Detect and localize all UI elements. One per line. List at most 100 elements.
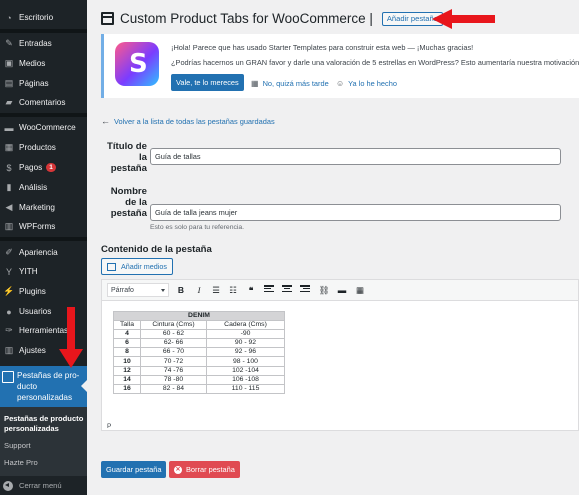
tab-title-input[interactable]: Guía de tallas xyxy=(150,148,561,165)
editor-element-path: P xyxy=(107,423,112,430)
notification-badge: 1 xyxy=(46,163,56,172)
table-row: 16 82 - 84 110 - 115 xyxy=(113,383,285,394)
table-header: Talla xyxy=(113,320,141,331)
maybe-later-link[interactable]: ▦ No, quizá más tarde xyxy=(251,79,329,88)
link-button[interactable]: ⛓ xyxy=(318,284,330,296)
sidebar-item-yith[interactable]: Y YITH xyxy=(0,262,87,281)
italic-button[interactable]: I xyxy=(193,284,205,296)
sidebar-item-label: Productos xyxy=(19,143,56,152)
sidebar-submenu: Pestañas de producto personalizadas Supp… xyxy=(0,407,87,476)
forms-icon: ▥ xyxy=(4,221,14,231)
tab-name-label: Nombre de la pestaña xyxy=(110,186,147,219)
sidebar-item-entradas[interactable]: ✎ Entradas xyxy=(0,34,87,53)
save-tab-button[interactable]: Guardar pestaña xyxy=(101,461,167,478)
sidebar-item-custom-product-tabs[interactable]: Pestañas de pro-ducto personalizadas xyxy=(0,366,87,407)
already-done-label: Ya lo he hecho xyxy=(348,79,397,88)
tab-content-heading: Contenido de la pestaña xyxy=(101,244,212,255)
sidebar-item-comentarios[interactable]: ▰ Comentarios xyxy=(0,93,87,112)
sidebar-item-productos[interactable]: ▦ Productos xyxy=(0,138,87,157)
table-title: DENIM xyxy=(113,310,285,322)
pin-icon: ✎ xyxy=(5,38,13,48)
toolbar-toggle-button[interactable]: ▦ xyxy=(354,284,366,296)
annotation-arrow-left-icon xyxy=(432,9,495,29)
sidebar-item-label: Páginas xyxy=(19,79,49,88)
table-row: 8 66 - 70 92 - 96 xyxy=(113,347,285,358)
align-right-button[interactable] xyxy=(299,284,311,296)
menu-separator xyxy=(0,237,87,241)
editor-toolbar: Párrafo B I ☰ ☷ ❝ ⛓ ▬ ▦ xyxy=(102,280,578,301)
sidebar-item-woocommerce[interactable]: ▬ WooCommerce xyxy=(0,118,87,137)
add-media-button[interactable]: Añadir medios xyxy=(101,258,173,275)
back-to-list-link[interactable]: ← Volver a la lista de todas las pestaña… xyxy=(101,116,275,126)
admin-sidebar: ◔ Escritorio ✎ Entradas ▣ Medios ▤ Páginas ▰… xyxy=(0,0,87,495)
sidebar-item-label: Análisis xyxy=(19,183,48,192)
delete-label: Borrar pestaña xyxy=(186,465,235,474)
align-center-button[interactable] xyxy=(281,284,293,296)
annotation-arrow-down-icon xyxy=(59,307,83,368)
products-icon: ▦ xyxy=(4,142,14,152)
sidebar-item-pagos[interactable]: $ Pagos 1 xyxy=(0,158,87,177)
sidebar-item-label: Plugins xyxy=(19,287,46,296)
sidebar-item-label: Ajustes xyxy=(19,346,46,355)
read-more-button[interactable]: ▬ xyxy=(336,284,348,296)
sidebar-item-label: Apariencia xyxy=(19,248,58,257)
menu-separator xyxy=(0,113,87,117)
media-icon: ▣ xyxy=(4,58,14,68)
sidebar-item-label: Pagos xyxy=(19,163,43,172)
submenu-item-custom-tabs[interactable]: Pestañas de producto personalizadas xyxy=(4,414,86,434)
megaphone-icon: ◀ xyxy=(5,202,13,212)
yith-icon: Y xyxy=(5,266,12,277)
delete-icon: ✕ xyxy=(174,465,182,474)
sidebar-item-label: Escritorio xyxy=(19,13,54,22)
bold-button[interactable]: B xyxy=(175,284,187,296)
arrow-left-icon: ← xyxy=(101,116,110,126)
sidebar-item-escritorio[interactable]: ◔ Escritorio xyxy=(0,8,87,27)
align-left-button[interactable] xyxy=(263,284,275,296)
analytics-icon: ▮ xyxy=(6,182,12,192)
delete-tab-button[interactable]: ✕ Borrar pestaña xyxy=(169,461,240,478)
sidebar-item-paginas[interactable]: ▤ Páginas xyxy=(0,74,87,93)
numbered-list-button[interactable]: ☷ xyxy=(227,284,239,296)
review-notice: S ¡Hola! Parece que has usado Starter Te… xyxy=(101,34,579,98)
submenu-item-hazte-pro[interactable]: Hazte Pro xyxy=(4,458,38,467)
sidebar-item-label: YITH xyxy=(19,267,38,276)
already-done-link[interactable]: ☺ Ya lo he hecho xyxy=(336,79,397,88)
calendar-icon: ▦ xyxy=(251,79,259,88)
sidebar-item-wpforms[interactable]: ▥ WPForms xyxy=(0,217,87,236)
notice-text: ¿Podrías hacernos un GRAN favor y darle … xyxy=(171,58,579,67)
comments-icon: ▰ xyxy=(5,97,13,107)
rate-button[interactable]: Vale, te lo mereces xyxy=(171,74,244,91)
collapse-menu-button[interactable]: Cerrar menú xyxy=(0,476,87,495)
sidebar-item-plugins[interactable]: ⚡ Plugins xyxy=(0,282,87,301)
size-guide-table: DENIM Talla Cintura (Cms) Cadera (Cms) 4… xyxy=(113,310,285,394)
table-row: 6 62- 66 90 - 92 xyxy=(113,338,285,349)
smiley-icon: ☺ xyxy=(336,79,345,88)
bullet-list-button[interactable]: ☰ xyxy=(210,284,222,296)
table-row: 4 60 - 62 -90 xyxy=(113,329,285,340)
table-row: 10 70 -72 98 - 100 xyxy=(113,356,285,367)
tab-name-input[interactable]: Guía de talla jeans mujer xyxy=(150,204,561,221)
brush-icon: ✐ xyxy=(5,247,13,257)
sidebar-item-label: Comentarios xyxy=(19,98,66,107)
sidebar-item-analisis[interactable]: ▮ Análisis xyxy=(0,178,87,197)
blockquote-button[interactable]: ❝ xyxy=(245,284,257,296)
current-menu-pointer xyxy=(81,380,87,392)
sidebar-item-medios[interactable]: ▣ Medios xyxy=(0,54,87,73)
pages-icon: ▤ xyxy=(4,78,14,88)
tab-title-label: Título de la pestaña xyxy=(107,141,147,174)
page-header: Custom Product Tabs for WooCommerce | Añ… xyxy=(101,11,443,26)
page-title: Custom Product Tabs for WooCommerce | xyxy=(120,11,373,26)
add-media-label: Añadir medios xyxy=(121,262,167,271)
sidebar-item-marketing[interactable]: ◀ Marketing xyxy=(0,198,87,217)
plugin-icon: ⚡ xyxy=(3,286,15,296)
back-link-label: Volver a la lista de todas las pestañas … xyxy=(114,116,275,126)
sidebar-item-label: Medios xyxy=(19,59,46,68)
sidebar-item-label: Marketing xyxy=(19,203,55,212)
content-editor[interactable]: Párrafo B I ☰ ☷ ❝ ⛓ ▬ ▦ DENIM Talla Cint… xyxy=(101,279,579,431)
submenu-item-support[interactable]: Support xyxy=(4,441,31,450)
sidebar-item-apariencia[interactable]: ✐ Apariencia xyxy=(0,243,87,262)
chevron-down-icon xyxy=(161,289,165,292)
format-select[interactable]: Párrafo xyxy=(107,283,169,297)
sidebar-item-label: Pestañas de pro-ducto personalizadas xyxy=(17,371,80,402)
sidebar-item-label: WPForms xyxy=(19,222,56,231)
